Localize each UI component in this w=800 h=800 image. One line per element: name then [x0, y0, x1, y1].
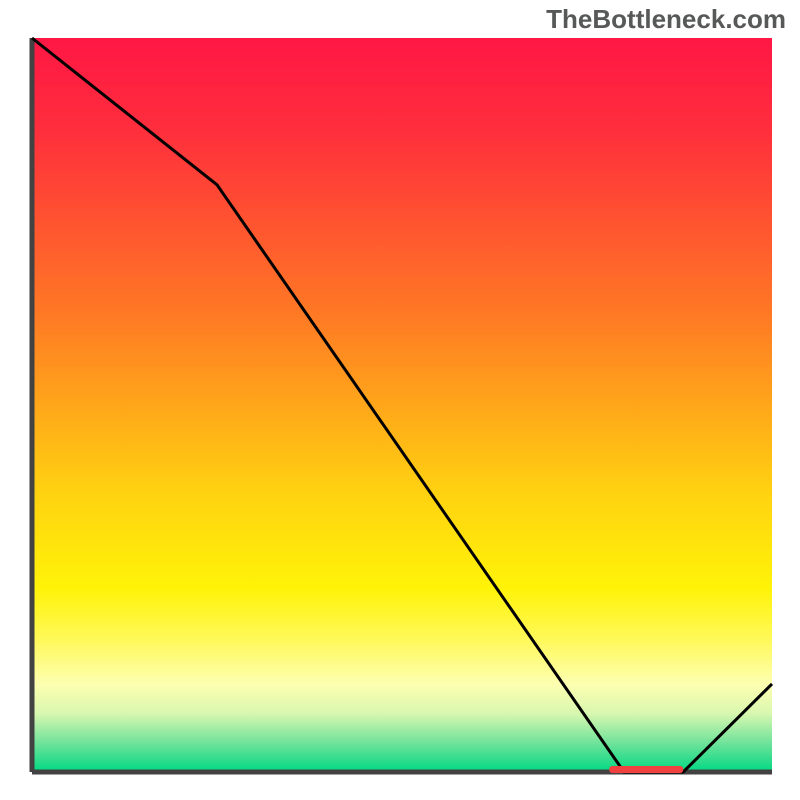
plot-background — [32, 38, 772, 772]
bottleneck-chart — [20, 36, 780, 796]
chart-stage: TheBottleneck.com — [0, 0, 800, 800]
watermark-text: TheBottleneck.com — [546, 4, 786, 35]
optimal-marker — [609, 766, 683, 773]
